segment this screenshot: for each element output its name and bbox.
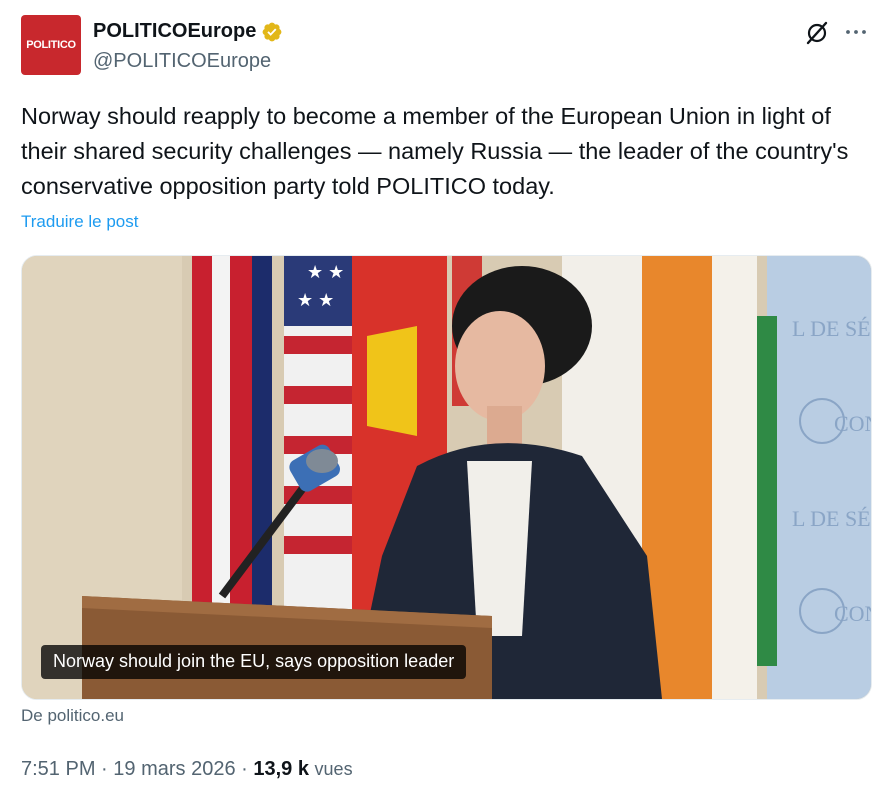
tweet-meta: 7:51 PM · 19 mars 2026 · 13,9 k vues — [21, 758, 353, 781]
grok-icon[interactable] — [804, 20, 830, 46]
avatar-logo-text: POLITICO — [26, 39, 76, 51]
author-display-name-row[interactable]: POLITICOEurope — [93, 20, 283, 43]
svg-text:CON: CON — [834, 601, 871, 626]
tweet-date[interactable]: 19 mars 2026 — [113, 758, 235, 780]
tweet-time[interactable]: 7:51 PM — [21, 758, 95, 780]
link-card[interactable]: L DE SÉCU CON L DE SÉCU CON ★ ★ ★ ★ — [21, 255, 872, 700]
svg-text:L DE SÉCU: L DE SÉCU — [792, 506, 871, 531]
svg-text:L DE SÉCU: L DE SÉCU — [792, 316, 871, 341]
verified-badge-icon — [262, 22, 282, 41]
meta-separator: · — [101, 758, 108, 780]
card-photo: L DE SÉCU CON L DE SÉCU CON ★ ★ ★ ★ — [22, 256, 871, 699]
more-icon[interactable] — [844, 20, 868, 44]
avatar[interactable]: POLITICO — [21, 15, 81, 75]
svg-text:★ ★: ★ ★ — [297, 290, 334, 310]
card-source[interactable]: De politico.eu — [21, 706, 124, 726]
author-handle[interactable]: @POLITICOEurope — [93, 50, 271, 73]
svg-text:CON: CON — [834, 411, 871, 436]
translate-post-link[interactable]: Traduire le post — [21, 212, 138, 232]
author-display-name[interactable]: POLITICOEurope — [93, 20, 256, 43]
meta-separator: · — [241, 758, 248, 780]
card-title: Norway should join the EU, says oppositi… — [41, 645, 467, 679]
svg-text:★ ★: ★ ★ — [307, 262, 344, 282]
views-count: 13,9 k — [253, 758, 309, 780]
views-label: vues — [314, 759, 353, 779]
tweet-text: Norway should reapply to become a member… — [21, 103, 849, 199]
